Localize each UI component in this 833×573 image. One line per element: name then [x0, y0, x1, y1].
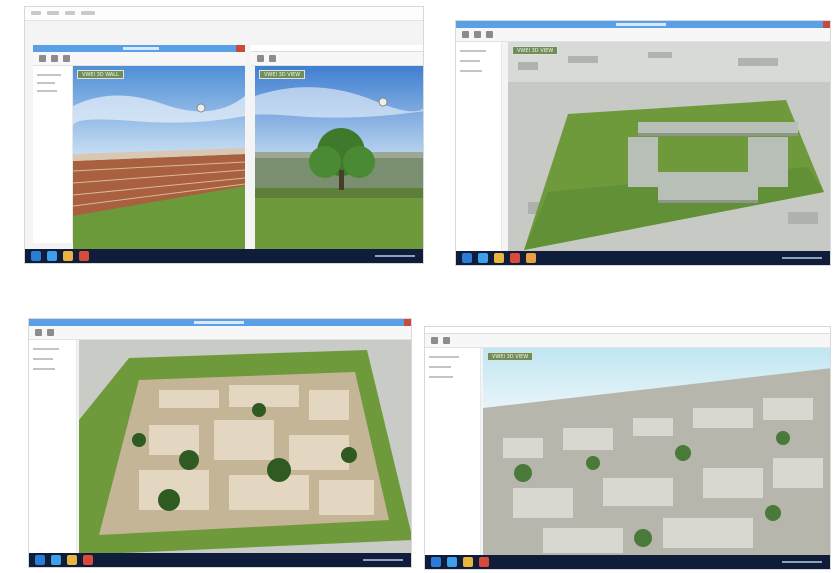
window-title-bar[interactable]	[456, 21, 830, 28]
view-label: VWEI 3D VIEW	[259, 70, 306, 79]
screenshot-bottom-left	[28, 318, 412, 568]
window-title-bar[interactable]	[33, 45, 245, 52]
app-icon[interactable]	[510, 253, 520, 263]
app-icon[interactable]	[83, 555, 93, 565]
ie-icon[interactable]	[447, 557, 457, 567]
close-button[interactable]	[236, 45, 245, 52]
toolbar	[425, 334, 830, 348]
folder-icon[interactable]	[67, 555, 77, 565]
taskbar	[25, 249, 423, 263]
window-title-bar[interactable]	[29, 319, 411, 326]
layer-item[interactable]	[460, 50, 486, 52]
system-tray[interactable]	[363, 559, 403, 561]
tree-scene	[255, 66, 423, 249]
layer-sidebar	[456, 42, 502, 251]
taskbar	[456, 251, 830, 265]
view-label: VWEI 3D VIEW	[512, 46, 559, 55]
system-tray[interactable]	[782, 257, 822, 259]
folder-icon[interactable]	[463, 557, 473, 567]
layer-item[interactable]	[33, 368, 55, 370]
view-label: VWEI 3D WALL	[77, 70, 124, 79]
tool-icon[interactable]	[51, 55, 58, 62]
tool-icon[interactable]	[431, 337, 438, 344]
layer-item[interactable]	[37, 90, 57, 92]
start-icon[interactable]	[35, 555, 45, 565]
toolbar	[33, 52, 245, 66]
layer-item[interactable]	[429, 356, 459, 358]
close-button[interactable]	[404, 319, 411, 326]
toolbar	[456, 28, 830, 42]
menu-item[interactable]	[81, 11, 95, 15]
3d-view-wall[interactable]: VWEI 3D WALL	[73, 66, 245, 249]
window-title	[194, 321, 244, 324]
tool-icon[interactable]	[39, 55, 46, 62]
close-button[interactable]	[823, 21, 830, 28]
window-title	[616, 23, 666, 26]
window-title-bar[interactable]	[251, 45, 423, 52]
3d-view-colony[interactable]: VWEI 3D VIEW	[508, 42, 830, 253]
app-icon[interactable]	[79, 251, 89, 261]
system-tray[interactable]	[375, 255, 415, 257]
start-icon[interactable]	[462, 253, 472, 263]
wall-scene	[73, 66, 245, 249]
toolbar	[251, 52, 423, 66]
3d-view-settlement[interactable]	[79, 340, 411, 555]
3d-view-trees[interactable]: VWEI 3D VIEW	[255, 66, 423, 249]
folder-icon[interactable]	[63, 251, 73, 261]
ie-icon[interactable]	[51, 555, 61, 565]
toolbar	[29, 326, 411, 340]
layer-item[interactable]	[33, 348, 59, 350]
tool-icon[interactable]	[35, 329, 42, 336]
layer-item[interactable]	[429, 366, 451, 368]
layer-item[interactable]	[37, 74, 61, 76]
view-label: VWEI 3D VIEW	[487, 352, 534, 361]
tool-icon[interactable]	[257, 55, 264, 62]
folder-icon[interactable]	[494, 253, 504, 263]
ie-icon[interactable]	[47, 251, 57, 261]
layer-item[interactable]	[429, 376, 453, 378]
tool-icon[interactable]	[269, 55, 276, 62]
menu-item[interactable]	[31, 11, 41, 15]
screenshot-top-left: VWEI 3D WALL VWEI 3D VIEW	[24, 6, 424, 264]
3d-view-city[interactable]: VWEI 3D VIEW	[483, 348, 830, 557]
window-title-bar[interactable]	[425, 327, 830, 334]
layer-sidebar	[425, 348, 481, 555]
taskbar	[29, 553, 411, 567]
layer-sidebar	[33, 66, 73, 243]
tool-icon[interactable]	[462, 31, 469, 38]
tool-icon[interactable]	[443, 337, 450, 344]
layer-sidebar	[29, 340, 77, 553]
menu-item[interactable]	[65, 11, 75, 15]
app-icon[interactable]	[526, 253, 536, 263]
system-tray[interactable]	[782, 561, 822, 563]
layer-item[interactable]	[460, 60, 480, 62]
city-scene	[483, 348, 830, 557]
tool-icon[interactable]	[474, 31, 481, 38]
tool-icon[interactable]	[486, 31, 493, 38]
start-icon[interactable]	[431, 557, 441, 567]
tool-icon[interactable]	[63, 55, 70, 62]
colony-scene	[508, 42, 830, 253]
taskbar	[425, 555, 830, 569]
layer-item[interactable]	[33, 358, 53, 360]
menu-item[interactable]	[47, 11, 59, 15]
settlement-scene	[79, 340, 411, 555]
tool-icon[interactable]	[47, 329, 54, 336]
screenshot-bottom-right: VWEI 3D VIEW	[424, 326, 831, 570]
layer-item[interactable]	[460, 70, 482, 72]
layer-item[interactable]	[37, 82, 55, 84]
screenshot-top-right: VWEI 3D VIEW	[455, 20, 831, 266]
app-icon[interactable]	[479, 557, 489, 567]
window-title	[123, 47, 159, 50]
ie-icon[interactable]	[478, 253, 488, 263]
start-icon[interactable]	[31, 251, 41, 261]
menu-bar	[25, 7, 423, 21]
